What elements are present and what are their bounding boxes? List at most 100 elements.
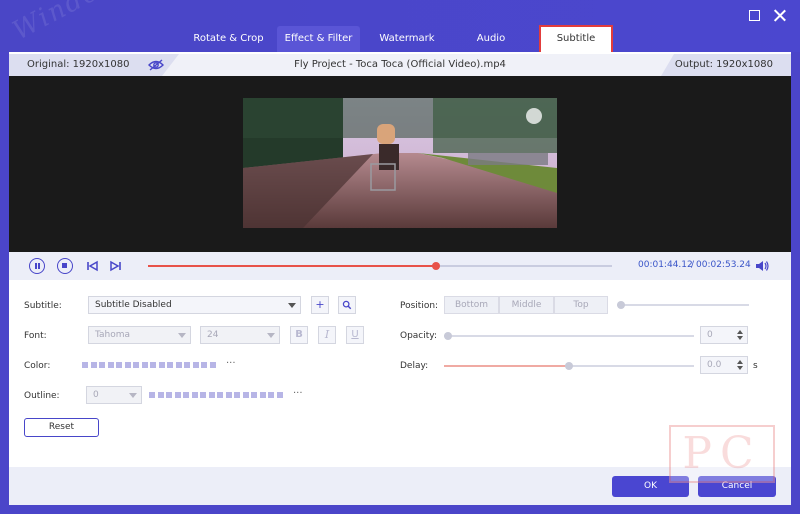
color-picker[interactable]	[82, 362, 218, 368]
tab-rotate-crop[interactable]: Rotate & Crop	[181, 26, 276, 52]
spin-up-icon[interactable]	[737, 360, 743, 364]
color-swatch[interactable]	[209, 362, 216, 368]
underline-button[interactable]: U	[346, 326, 364, 344]
seek-handle[interactable]	[431, 262, 440, 270]
color-swatch[interactable]	[234, 392, 240, 398]
previous-frame-icon[interactable]	[85, 258, 101, 274]
bold-button[interactable]: B	[290, 326, 308, 344]
total-time: 00:02:53.24	[696, 260, 751, 270]
color-swatch[interactable]	[166, 392, 172, 398]
position-bottom-button[interactable]: Bottom	[444, 296, 499, 314]
tab-audio[interactable]: Audio	[455, 26, 527, 52]
position-slider[interactable]	[617, 301, 749, 309]
color-swatch[interactable]	[99, 362, 105, 368]
time-separator: /	[691, 260, 695, 270]
position-middle-button[interactable]: Middle	[499, 296, 554, 314]
color-swatch[interactable]	[259, 392, 266, 398]
color-swatch[interactable]	[208, 392, 215, 398]
color-swatch[interactable]	[124, 362, 131, 368]
color-swatch[interactable]	[201, 362, 207, 368]
font-label: Font:	[24, 331, 47, 341]
more-colors-button[interactable]: ···	[226, 358, 236, 369]
video-frame	[243, 98, 557, 228]
color-swatch[interactable]	[268, 392, 274, 398]
position-top-button[interactable]: Top	[554, 296, 608, 314]
spin-up-icon[interactable]	[737, 330, 743, 334]
stop-icon[interactable]	[57, 258, 73, 274]
next-frame-icon[interactable]	[107, 258, 123, 274]
color-swatch[interactable]	[157, 392, 164, 398]
tab-effect-filter[interactable]: Effect & Filter	[277, 26, 360, 52]
spin-down-icon[interactable]	[737, 336, 743, 340]
color-swatch[interactable]	[200, 392, 206, 398]
color-swatch[interactable]	[107, 362, 114, 368]
font-family-select[interactable]: Tahoma	[88, 326, 191, 344]
pc-watermark-logo: PC	[669, 425, 775, 483]
delay-spinbox[interactable]: 0.0	[700, 356, 748, 374]
color-swatch[interactable]	[217, 392, 223, 398]
color-swatch[interactable]	[175, 362, 182, 368]
opacity-label: Opacity:	[400, 331, 437, 341]
output-resolution: Output: 1920x1080	[674, 59, 773, 70]
current-time: 00:01:44.12	[638, 260, 693, 270]
italic-button[interactable]: I	[318, 326, 336, 344]
delay-slider[interactable]	[444, 362, 694, 370]
color-label: Color:	[24, 361, 51, 371]
color-swatch[interactable]	[191, 392, 198, 398]
color-swatch[interactable]	[167, 362, 173, 368]
seek-progress	[148, 265, 436, 267]
file-name: Fly Project - Toca Toca (Official Video)…	[294, 59, 506, 70]
delay-slider-fill	[444, 365, 569, 367]
volume-icon[interactable]	[755, 260, 769, 272]
spin-down-icon[interactable]	[737, 366, 743, 370]
outline-label: Outline:	[24, 391, 60, 401]
position-slider-handle[interactable]	[617, 301, 625, 309]
color-swatch[interactable]	[242, 392, 249, 398]
outline-select[interactable]: 0	[86, 386, 142, 404]
color-swatch[interactable]	[174, 392, 181, 398]
position-label: Position:	[400, 301, 439, 311]
add-subtitle-button[interactable]: +	[311, 296, 329, 314]
delay-slider-handle[interactable]	[565, 362, 573, 370]
color-swatch[interactable]	[183, 392, 189, 398]
color-swatch[interactable]	[184, 362, 190, 368]
video-preview	[9, 76, 791, 252]
color-swatch[interactable]	[149, 392, 155, 398]
color-swatch[interactable]	[90, 362, 97, 368]
color-swatch[interactable]	[158, 362, 165, 368]
tab-watermark[interactable]: Watermark	[362, 26, 452, 52]
chevron-down-icon	[267, 333, 275, 338]
player-controls: 00:01:44.12 / 00:02:53.24	[9, 252, 791, 280]
color-swatch[interactable]	[276, 392, 283, 398]
color-swatch[interactable]	[82, 362, 88, 368]
color-swatch[interactable]	[141, 362, 148, 368]
color-swatch[interactable]	[251, 392, 257, 398]
tab-subtitle[interactable]: Subtitle	[540, 26, 612, 52]
subtitle-label: Subtitle:	[24, 301, 62, 311]
chevron-down-icon	[178, 333, 186, 338]
color-swatch[interactable]	[133, 362, 139, 368]
color-swatch[interactable]	[116, 362, 122, 368]
title-bar: WindowsPC Rotate & Crop Effect & Filter …	[0, 0, 800, 55]
more-outline-colors-button[interactable]: ···	[293, 388, 303, 399]
subtitle-select[interactable]: Subtitle Disabled	[88, 296, 301, 314]
outline-color-picker[interactable]	[149, 392, 285, 398]
close-icon[interactable]	[773, 8, 787, 22]
opacity-spinbox[interactable]: 0	[700, 326, 748, 344]
delay-unit: s	[753, 361, 758, 371]
chevron-down-icon	[129, 393, 137, 398]
chevron-down-icon	[288, 303, 296, 308]
seek-bar[interactable]	[148, 262, 612, 270]
color-swatch[interactable]	[192, 362, 199, 368]
watermark-logo: WindowsPC	[8, 0, 176, 46]
opacity-slider-handle[interactable]	[444, 332, 452, 340]
opacity-slider[interactable]	[444, 332, 694, 340]
maximize-icon[interactable]	[749, 10, 760, 21]
info-bar: Original: 1920x1080 Fly Project - Toca T…	[9, 54, 791, 76]
font-size-select[interactable]: 24	[200, 326, 280, 344]
color-swatch[interactable]	[225, 392, 232, 398]
search-subtitle-icon[interactable]	[338, 296, 356, 314]
pause-icon[interactable]	[29, 258, 45, 274]
color-swatch[interactable]	[150, 362, 156, 368]
reset-button[interactable]: Reset	[24, 418, 99, 437]
